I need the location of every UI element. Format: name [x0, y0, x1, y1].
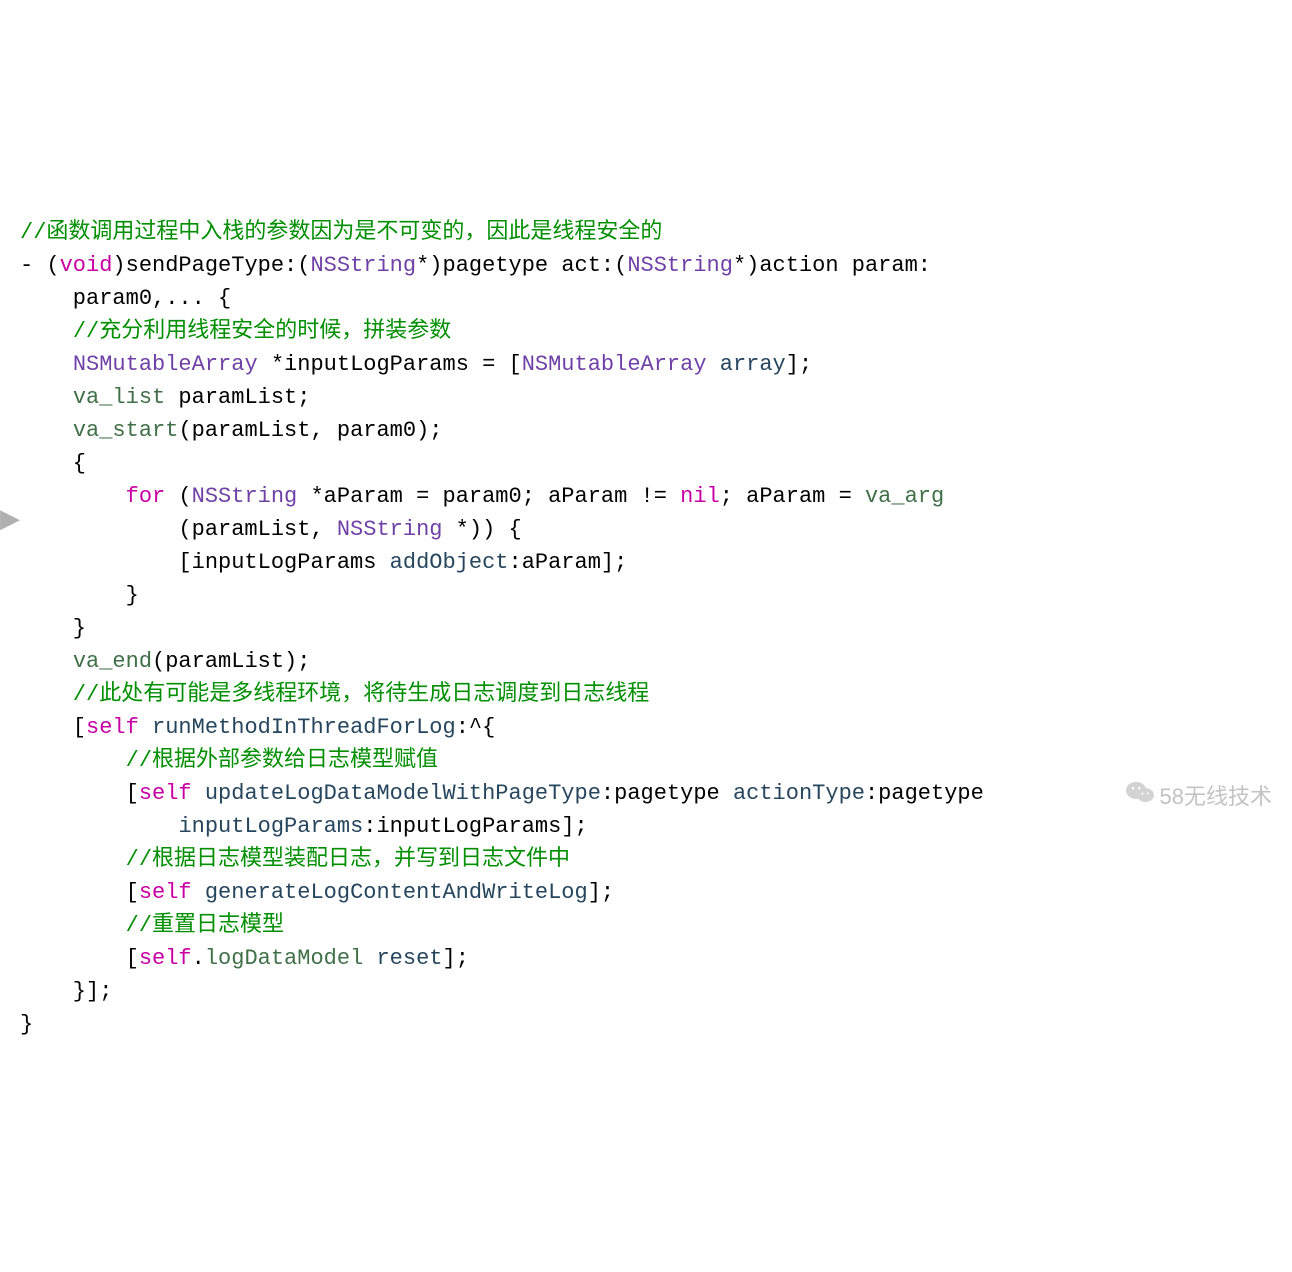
code-token: //重置日志模型 — [126, 913, 284, 938]
code-token: NSString — [310, 253, 416, 278]
code-token — [20, 814, 178, 839]
code-token — [20, 649, 73, 674]
code-token: :inputLogParams]; — [363, 814, 587, 839]
code-token: (paramList, — [20, 517, 337, 542]
code-token — [20, 847, 126, 872]
code-token — [139, 715, 152, 740]
code-token — [20, 352, 73, 377]
code-token: va_arg — [865, 484, 944, 509]
code-token: } — [20, 616, 86, 641]
code-token: :pagetype — [865, 781, 984, 806]
code-token — [20, 748, 126, 773]
code-token: { — [20, 451, 86, 476]
code-token: nil — [680, 484, 720, 509]
code-token: paramList; — [165, 385, 310, 410]
code-token — [20, 418, 73, 443]
code-token: NSMutableArray — [522, 352, 707, 377]
code-token: *)pagetype act:( — [416, 253, 627, 278]
wechat-icon — [1101, 747, 1153, 846]
gutter-marker-icon: ▶ — [0, 504, 20, 537]
code-token — [20, 484, 126, 509]
code-token: [ — [20, 715, 86, 740]
code-token: //根据日志模型装配日志，并写到日志文件中 — [126, 847, 570, 872]
code-token: logDataModel — [205, 946, 363, 971]
code-token: self — [139, 880, 192, 905]
code-token — [363, 946, 376, 971]
code-token: (paramList); — [152, 649, 310, 674]
code-token: NSMutableArray — [73, 352, 258, 377]
code-token: :^{ — [456, 715, 496, 740]
code-token: //此处有可能是多线程环境，将待生成日志调度到日志线程 — [73, 682, 649, 707]
code-token: - ( — [20, 253, 60, 278]
code-token: }]; — [20, 979, 112, 1004]
code-token: ]; — [786, 352, 812, 377]
code-token: *aParam = param0; aParam != — [297, 484, 680, 509]
code-token — [20, 682, 73, 707]
code-block: //函数调用过程中入栈的参数因为是不可变的，因此是线程安全的 - (void)s… — [20, 216, 1272, 1041]
code-token: addObject — [390, 550, 509, 575]
code-token: NSString — [337, 517, 443, 542]
code-token: self — [139, 781, 192, 806]
code-token: reset — [376, 946, 442, 971]
code-token: //充分利用线程安全的时候，拼装参数 — [73, 319, 451, 344]
code-token: for — [126, 484, 166, 509]
code-token — [192, 781, 205, 806]
code-token: [ — [20, 946, 139, 971]
code-token: NSString — [627, 253, 733, 278]
code-token: param0,... { — [20, 286, 231, 311]
code-token: ; aParam = — [720, 484, 865, 509]
code-token — [707, 352, 720, 377]
code-token: va_list — [73, 385, 165, 410]
code-token: (paramList, param0); — [178, 418, 442, 443]
code-token: } — [20, 583, 139, 608]
code-token: *inputLogParams = [ — [258, 352, 522, 377]
code-token: va_start — [73, 418, 179, 443]
code-token: updateLogDataModelWithPageType — [205, 781, 601, 806]
code-token: . — [192, 946, 205, 971]
code-token: runMethodInThreadForLog — [152, 715, 456, 740]
code-token — [192, 880, 205, 905]
code-token: NSString — [192, 484, 298, 509]
watermark-text: 58无线技术 — [1160, 780, 1272, 813]
code-token — [20, 385, 73, 410]
code-token: )sendPageType:( — [112, 253, 310, 278]
code-token: ( — [165, 484, 191, 509]
code-token — [20, 913, 126, 938]
code-token: *)action param: — [733, 253, 931, 278]
code-token: actionType — [733, 781, 865, 806]
code-token: self — [86, 715, 139, 740]
code-token: //根据外部参数给日志模型赋值 — [126, 748, 438, 773]
code-token: array — [720, 352, 786, 377]
code-token: void — [60, 253, 113, 278]
code-token: [inputLogParams — [20, 550, 390, 575]
code-token: generateLogContentAndWriteLog — [205, 880, 588, 905]
code-token: va_end — [73, 649, 152, 674]
code-token: ]; — [588, 880, 614, 905]
code-token: [ — [20, 781, 139, 806]
code-token: *)) { — [442, 517, 521, 542]
code-token: [ — [20, 880, 139, 905]
code-token — [20, 319, 73, 344]
watermark: 58无线技术 — [1101, 747, 1272, 846]
code-token: :pagetype — [601, 781, 733, 806]
code-token: inputLogParams — [178, 814, 363, 839]
code-token: :aParam]; — [509, 550, 628, 575]
code-token: //函数调用过程中入栈的参数因为是不可变的，因此是线程安全的 — [20, 220, 662, 245]
code-token: self — [139, 946, 192, 971]
code-token: ]; — [443, 946, 469, 971]
code-token: } — [20, 1012, 33, 1037]
